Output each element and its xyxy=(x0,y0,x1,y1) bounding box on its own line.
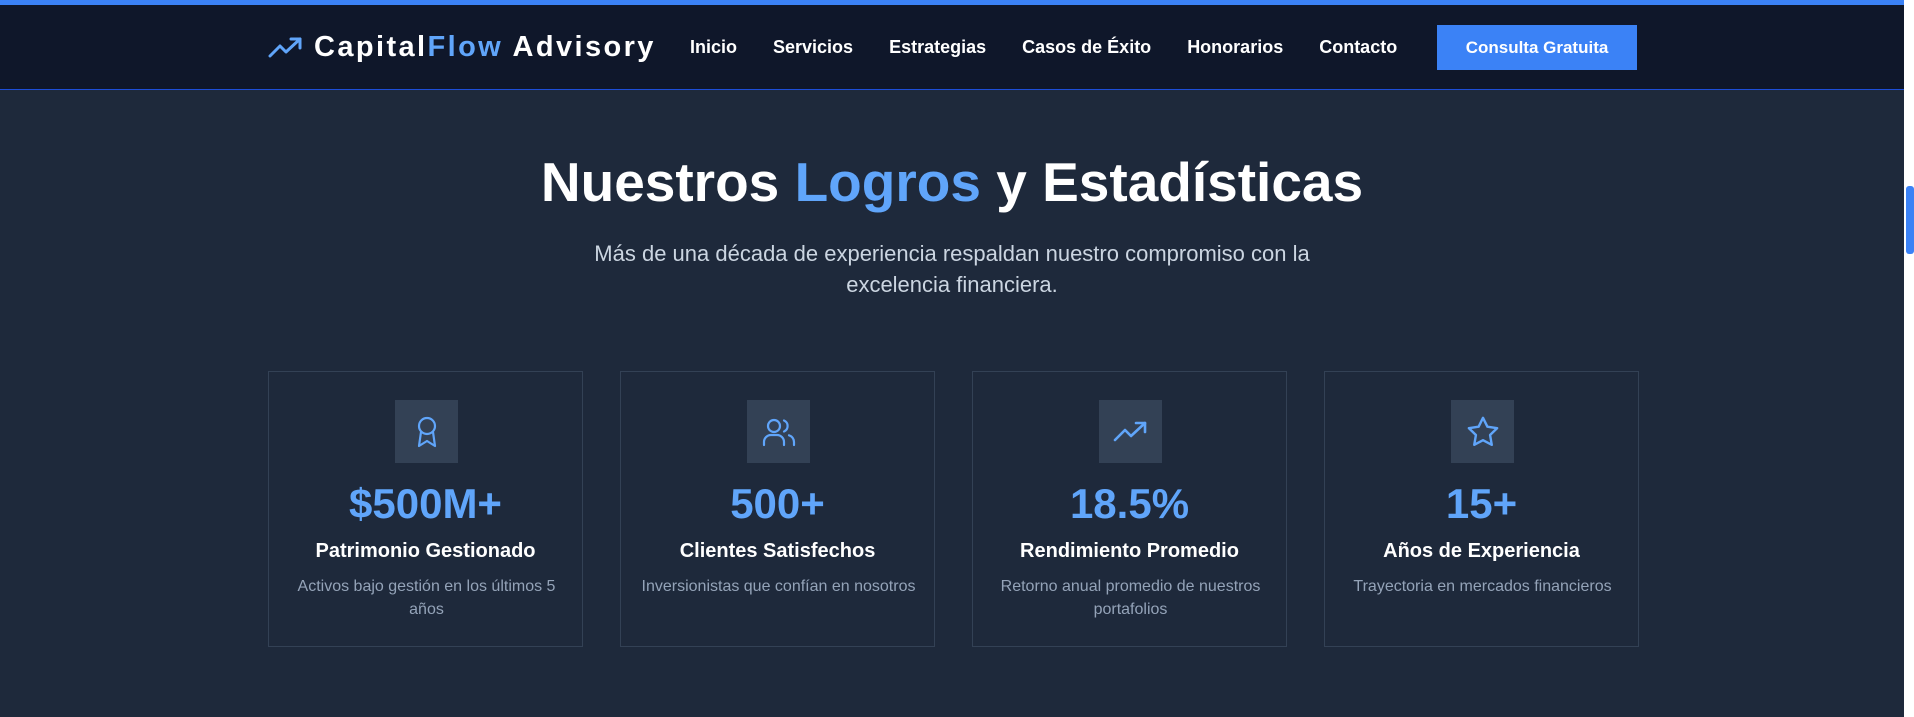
star-icon xyxy=(1451,400,1514,463)
nav-link-estrategias[interactable]: Estrategias xyxy=(889,37,986,58)
stat-card: $500M+ Patrimonio Gestionado Activos baj… xyxy=(268,371,583,647)
stat-card: 18.5% Rendimiento Promedio Retorno anual… xyxy=(972,371,1287,647)
nav-link-inicio[interactable]: Inicio xyxy=(690,37,737,58)
consulta-gratuita-button[interactable]: Consulta Gratuita xyxy=(1437,25,1637,70)
stat-title: Rendimiento Promedio xyxy=(1020,540,1239,562)
scrollbar[interactable] xyxy=(1904,0,1914,717)
stat-value: 15+ xyxy=(1445,480,1518,527)
navbar: CapitalFlow Advisory Inicio Servicios Es… xyxy=(0,5,1904,90)
scrollbar-thumb[interactable] xyxy=(1906,186,1914,254)
trending-up-icon xyxy=(1099,400,1162,463)
stat-card: 500+ Clientes Satisfechos Inversionistas… xyxy=(620,371,935,647)
nav-link-contacto[interactable]: Contacto xyxy=(1319,37,1397,58)
nav-link-casos-de-exito[interactable]: Casos de Éxito xyxy=(1022,37,1151,58)
nav-link-honorarios[interactable]: Honorarios xyxy=(1187,37,1283,58)
stats-grid: $500M+ Patrimonio Gestionado Activos baj… xyxy=(268,371,1639,647)
stat-card: 15+ Años de Experiencia Trayectoria en m… xyxy=(1324,371,1639,647)
stat-value: 500+ xyxy=(730,480,825,527)
users-icon xyxy=(747,400,810,463)
award-icon xyxy=(395,400,458,463)
stat-value: 18.5% xyxy=(1069,480,1190,527)
stat-description: Retorno anual promedio de nuestros porta… xyxy=(1000,578,1261,618)
brand-name: CapitalFlow Advisory xyxy=(314,31,656,63)
brand-logo[interactable]: CapitalFlow Advisory xyxy=(268,5,656,90)
main-nav: Inicio Servicios Estrategias Casos de Éx… xyxy=(690,5,1397,90)
stat-description: Trayectoria en mercados financieros xyxy=(1353,578,1612,595)
section-subtitle: Más de una década de experiencia respald… xyxy=(594,241,1310,297)
stat-description: Inversionistas que confían en nosotros xyxy=(641,578,916,595)
stat-title: Años de Experiencia xyxy=(1383,540,1580,562)
stat-description: Activos bajo gestión en los últimos 5 añ… xyxy=(297,578,556,618)
stat-value: $500M+ xyxy=(349,480,502,527)
stat-title: Patrimonio Gestionado xyxy=(315,540,536,562)
section-title: Nuestros Logros y Estadísticas xyxy=(540,151,1364,213)
nav-link-servicios[interactable]: Servicios xyxy=(773,37,853,58)
trending-up-icon xyxy=(268,36,304,60)
stat-title: Clientes Satisfechos xyxy=(679,540,876,562)
